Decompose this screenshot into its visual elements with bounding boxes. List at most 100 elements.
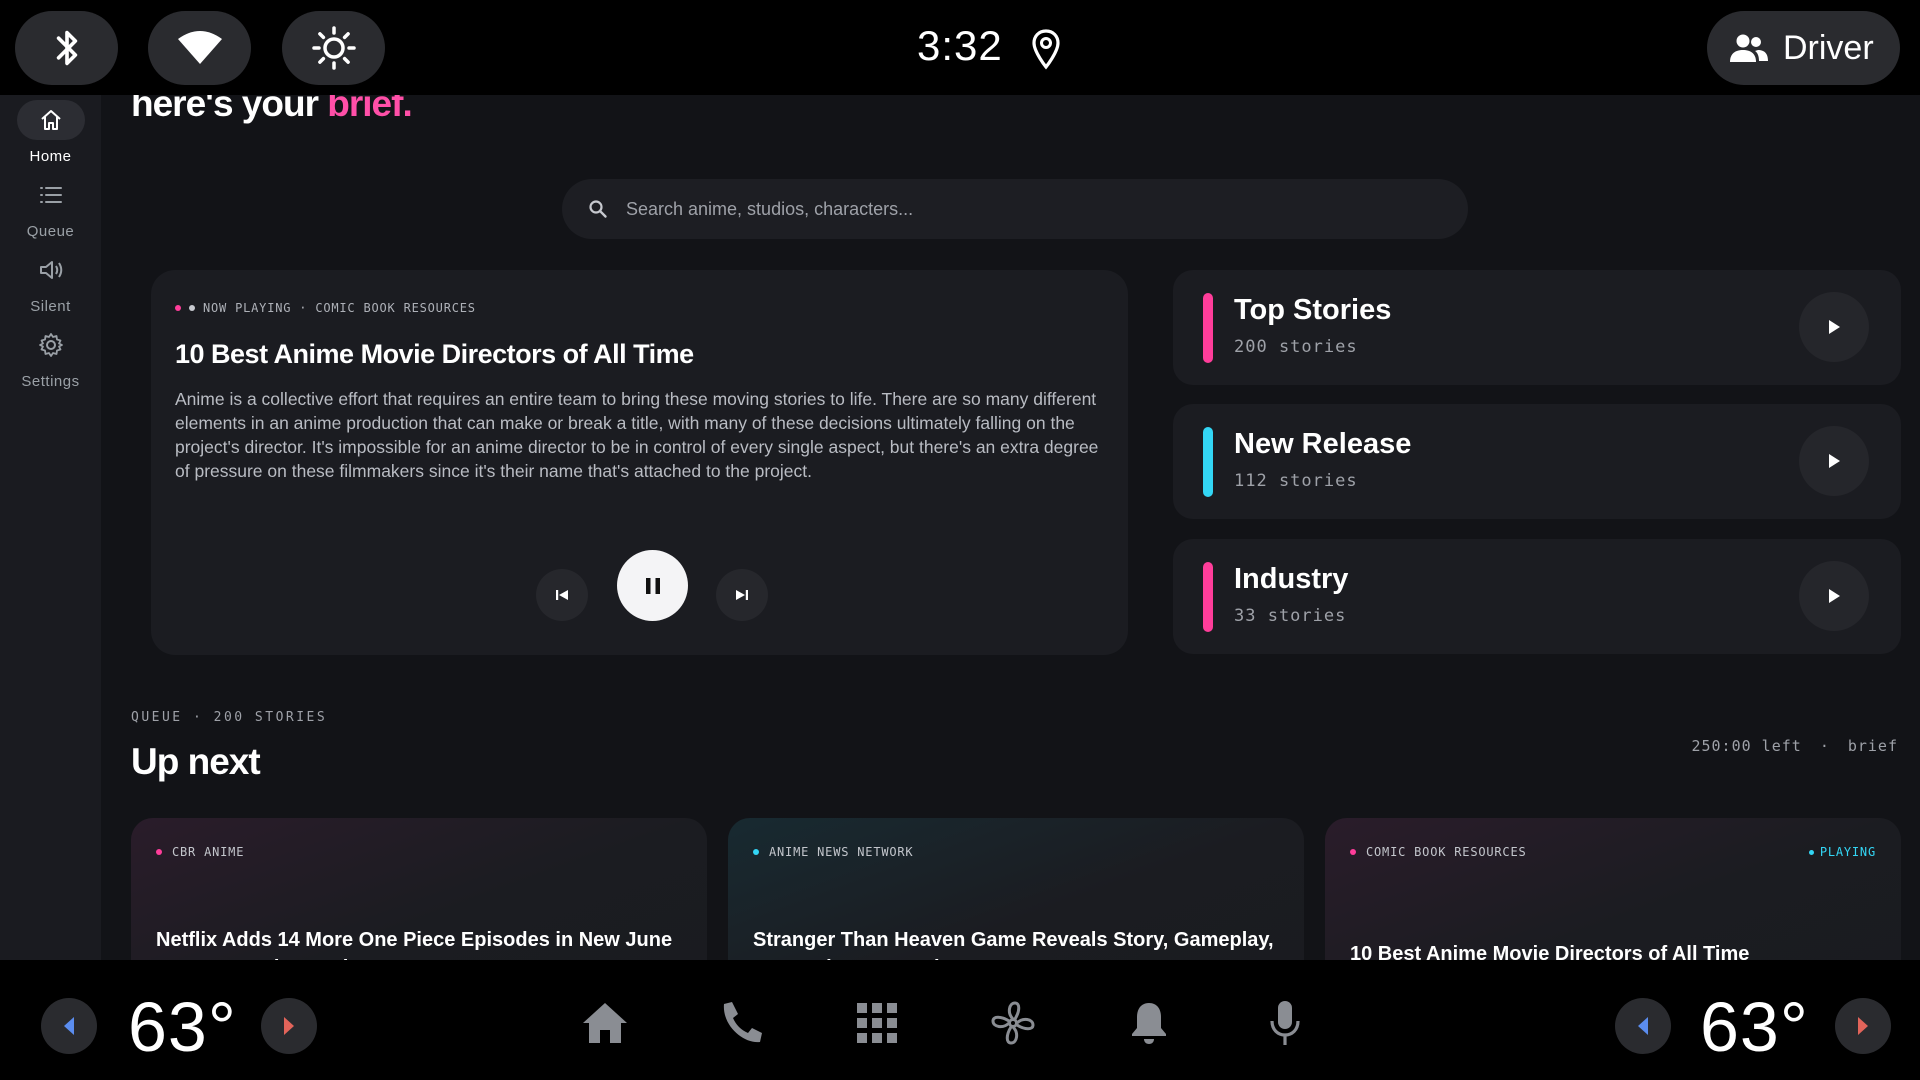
gear-icon <box>17 325 85 365</box>
app-area: Home Queue Silent Settings here's your b… <box>0 95 1920 960</box>
queue-card-title: Stranger Than Heaven Game Reveals Story,… <box>753 929 1274 960</box>
brightness-icon <box>311 26 356 70</box>
speaker-icon <box>17 250 85 290</box>
skip-next-icon <box>736 590 748 600</box>
wifi-icon <box>177 31 222 64</box>
status-bar: 3:32 Driver <box>0 0 1920 95</box>
search-input[interactable] <box>626 198 1426 220</box>
queue-card[interactable]: ANIME NEWS NETWORK Stranger Than Heaven … <box>728 818 1304 960</box>
queue-card-source: COMIC BOOK RESOURCES <box>1366 845 1527 859</box>
play-icon <box>1829 454 1840 468</box>
topic-title: New Release <box>1234 428 1412 460</box>
list-icon <box>17 175 85 215</box>
pause-button[interactable] <box>617 550 688 621</box>
queue-card-meta: COMIC BOOK RESOURCES <box>1350 845 1527 859</box>
bottom-bar: 63° 63° <box>0 960 1920 1080</box>
topic-color-bar <box>1203 293 1213 363</box>
rail-label: Queue <box>26 223 75 240</box>
home-icon <box>583 1003 627 1043</box>
topic-card-top-stories[interactable]: Top Stories 200 stories <box>1173 270 1901 385</box>
chevron-right-icon <box>284 1017 294 1035</box>
skip-previous-icon <box>556 590 568 600</box>
queue-card-title: 10 Best Anime Movie Directors of All Tim… <box>1350 943 1750 960</box>
driver-profile-button[interactable]: Driver <box>1707 11 1900 85</box>
topic-color-bar <box>1203 427 1213 497</box>
brightness-button[interactable] <box>282 11 385 85</box>
rail-item-silent[interactable]: Silent <box>0 250 101 320</box>
now-playing-source: COMIC BOOK RESOURCES <box>315 301 476 315</box>
rail-label: Silent <box>30 298 71 315</box>
topic-count: 112 stories <box>1234 471 1358 491</box>
play-icon <box>1829 320 1840 334</box>
now-playing-summary: Anime is a collective effort that requir… <box>175 389 1099 481</box>
people-icon <box>1730 34 1768 62</box>
status-dot <box>189 305 195 311</box>
topic-card-new-release[interactable]: New Release 112 stories <box>1173 404 1901 519</box>
driver-label: Driver <box>1783 28 1874 67</box>
chevron-left-icon <box>64 1017 74 1035</box>
topic-card-industry[interactable]: Industry 33 stories <box>1173 539 1901 654</box>
source-dot <box>753 849 759 855</box>
dock-home-button[interactable] <box>575 993 635 1053</box>
queue-card-meta: ANIME NEWS NETWORK <box>753 845 913 859</box>
topic-color-bar <box>1203 562 1213 632</box>
dock-voice-button[interactable] <box>1255 993 1315 1053</box>
queue-mode[interactable]: brief <box>1848 737 1898 755</box>
now-playing-label: NOW PLAYING <box>203 301 292 315</box>
dock-phone-button[interactable] <box>711 993 771 1053</box>
phone-icon <box>723 1002 762 1043</box>
playing-badge: PLAYING <box>1808 845 1876 859</box>
home-icon <box>16 100 85 140</box>
queue-card-playing[interactable]: COMIC BOOK RESOURCES PLAYING 10 Best Ani… <box>1325 818 1901 960</box>
navigation-rail: Home Queue Silent Settings <box>0 95 101 960</box>
now-playing-meta: NOW PLAYING · COMIC BOOK RESOURCES <box>175 301 476 315</box>
search-icon <box>589 200 607 218</box>
location-pin-icon <box>1032 29 1060 70</box>
source-dot <box>156 849 162 855</box>
clock: 3:32 <box>917 22 1003 69</box>
meta-separator: · <box>299 301 308 315</box>
main-content: here's your brief. NOW PLAYING · COMIC B… <box>101 95 1920 960</box>
dock-apps-button[interactable] <box>847 993 907 1053</box>
search-bar[interactable] <box>562 179 1468 239</box>
bluetooth-button[interactable] <box>15 11 118 85</box>
topic-play-button[interactable] <box>1799 292 1869 362</box>
now-playing-title: 10 Best Anime Movie Directors of All Tim… <box>175 339 694 369</box>
queue-eyebrow: QUEUE · 200 STORIES <box>131 710 328 725</box>
right-temperature: 63° <box>1700 988 1809 1066</box>
topic-play-button[interactable] <box>1799 561 1869 631</box>
greeting-heading: here's your brief. <box>131 95 413 141</box>
rail-label: Home <box>29 148 72 165</box>
rail-item-queue[interactable]: Queue <box>0 175 101 245</box>
greeting-accent: brief. <box>327 95 412 124</box>
rail-item-settings[interactable]: Settings <box>0 325 101 395</box>
right-temp-up-button[interactable] <box>1835 998 1891 1054</box>
queue-card[interactable]: CBR ANIME Netflix Adds 14 More One Piece… <box>131 818 707 960</box>
apps-grid-icon <box>857 1003 897 1043</box>
left-temp-down-button[interactable] <box>41 998 97 1054</box>
topic-count: 200 stories <box>1234 337 1358 357</box>
left-temperature: 63° <box>128 988 237 1066</box>
queue-summary: 250:00 left · brief <box>1691 737 1898 755</box>
previous-button[interactable] <box>536 569 588 621</box>
wifi-button[interactable] <box>148 11 251 85</box>
bell-icon <box>1132 1003 1166 1044</box>
queue-card-source: CBR ANIME <box>172 845 245 859</box>
topic-title: Industry <box>1234 563 1349 595</box>
left-temp-up-button[interactable] <box>261 998 317 1054</box>
queue-card-source: ANIME NEWS NETWORK <box>769 845 914 859</box>
now-playing-card[interactable]: NOW PLAYING · COMIC BOOK RESOURCES 10 Be… <box>151 270 1128 655</box>
right-temp-down-button[interactable] <box>1615 998 1671 1054</box>
bluetooth-icon <box>56 30 77 66</box>
source-dot <box>1350 849 1356 855</box>
greeting-text: here's your <box>131 95 319 124</box>
rail-item-home[interactable]: Home <box>0 100 101 170</box>
fan-icon <box>991 1001 1035 1045</box>
chevron-right-icon <box>1858 1017 1868 1035</box>
dock-climate-button[interactable] <box>983 993 1043 1053</box>
dock-notifications-button[interactable] <box>1119 993 1179 1053</box>
microphone-icon <box>1270 1001 1300 1045</box>
live-dot <box>175 305 181 311</box>
topic-play-button[interactable] <box>1799 426 1869 496</box>
next-button[interactable] <box>716 569 768 621</box>
